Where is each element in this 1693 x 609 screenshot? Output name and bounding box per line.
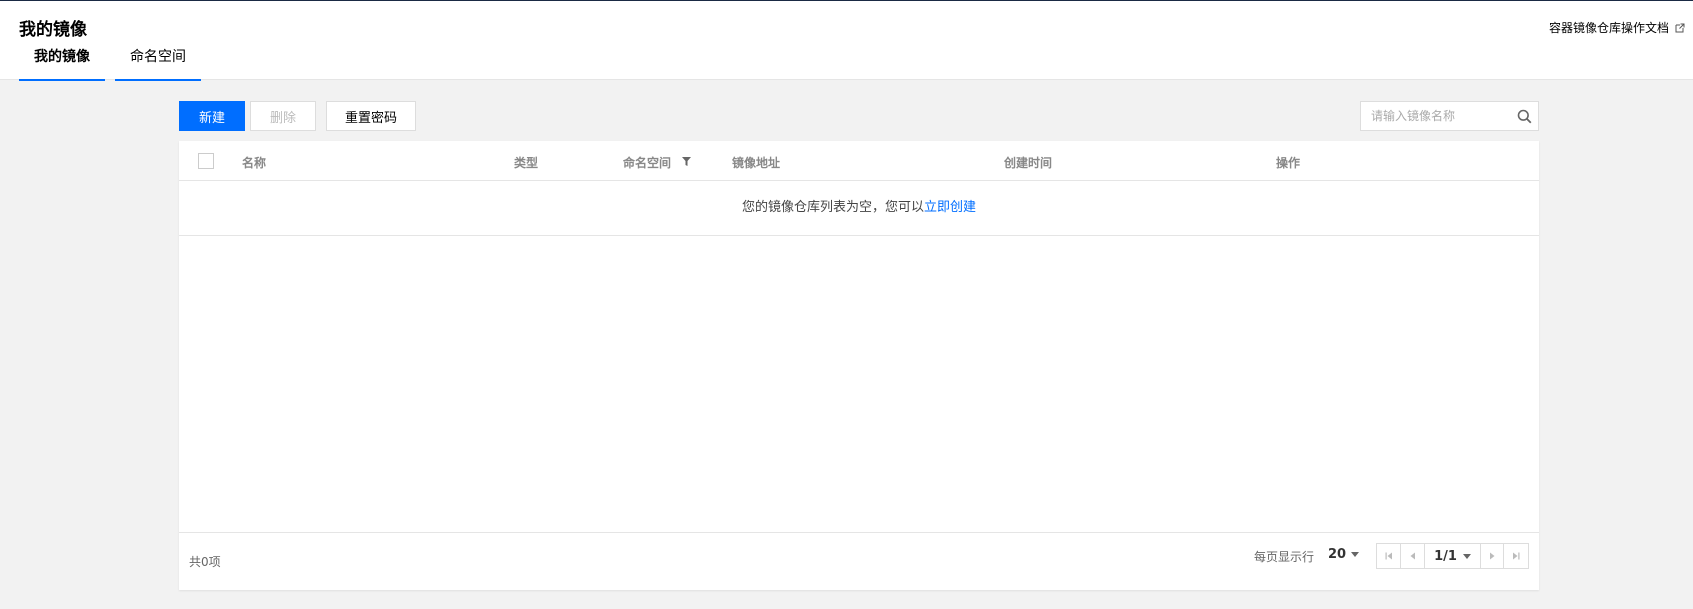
first-page-button[interactable] (1377, 544, 1401, 568)
column-actions: 操作 (1276, 156, 1301, 170)
per-page-select[interactable]: 20 (1328, 547, 1360, 562)
caret-down-icon (1462, 553, 1471, 559)
first-page-icon (1385, 552, 1392, 560)
table-footer: 共0项 每页显示行 20 1/1 (179, 532, 1539, 590)
caret-down-icon (1351, 552, 1360, 557)
empty-state: 您的镜像仓库列表为空，您可以立即创建 (179, 181, 1539, 236)
tab-namespaces[interactable]: 命名空间 (115, 47, 201, 81)
reset-password-button[interactable]: 重置密码 (326, 101, 416, 131)
per-page-label: 每页显示行 (1254, 550, 1315, 564)
page-indicator: 1/1 (1434, 548, 1457, 564)
filter-icon[interactable] (682, 157, 692, 166)
search-input[interactable] (1371, 108, 1511, 124)
next-page-icon (1490, 552, 1495, 560)
column-name: 名称 (242, 156, 267, 170)
image-table: 名称 类型 命名空间 镜像地址 创建时间 操作 您的镜像仓库列表为空，您可以立即… (179, 141, 1539, 590)
create-now-link[interactable]: 立即创建 (924, 200, 976, 215)
external-link-icon (1675, 23, 1685, 32)
column-image-address: 镜像地址 (732, 156, 781, 170)
doc-link-label: 容器镜像仓库操作文档 (1548, 21, 1669, 35)
column-namespace: 命名空间 (623, 154, 692, 171)
new-button[interactable]: 新建 (179, 101, 245, 131)
column-namespace-label: 命名空间 (623, 156, 672, 170)
per-page-value: 20 (1328, 547, 1347, 562)
last-page-icon (1513, 552, 1520, 560)
column-created-time: 创建时间 (1004, 156, 1053, 170)
search-icon[interactable] (1517, 109, 1532, 124)
tab-my-images[interactable]: 我的镜像 (19, 47, 105, 81)
last-page-button[interactable] (1504, 544, 1528, 568)
select-all-checkbox[interactable] (198, 153, 214, 169)
doc-link[interactable]: 容器镜像仓库操作文档 (1549, 19, 1685, 36)
prev-page-button[interactable] (1401, 544, 1425, 568)
page-header: 我的镜像 容器镜像仓库操作文档 我的镜像 命名空间 (0, 1, 1693, 81)
page-indicator-select[interactable]: 1/1 (1425, 544, 1480, 568)
column-type: 类型 (514, 156, 539, 170)
prev-page-icon (1410, 552, 1415, 560)
page-title: 我的镜像 (19, 20, 87, 40)
empty-message: 您的镜像仓库列表为空，您可以 (741, 200, 924, 215)
delete-button[interactable]: 删除 (250, 101, 316, 131)
total-count: 共0项 (189, 555, 221, 569)
search-box (1360, 101, 1539, 131)
table-header: 名称 类型 命名空间 镜像地址 创建时间 操作 (179, 141, 1539, 181)
next-page-button[interactable] (1480, 544, 1504, 568)
pagination: 1/1 (1376, 543, 1529, 569)
